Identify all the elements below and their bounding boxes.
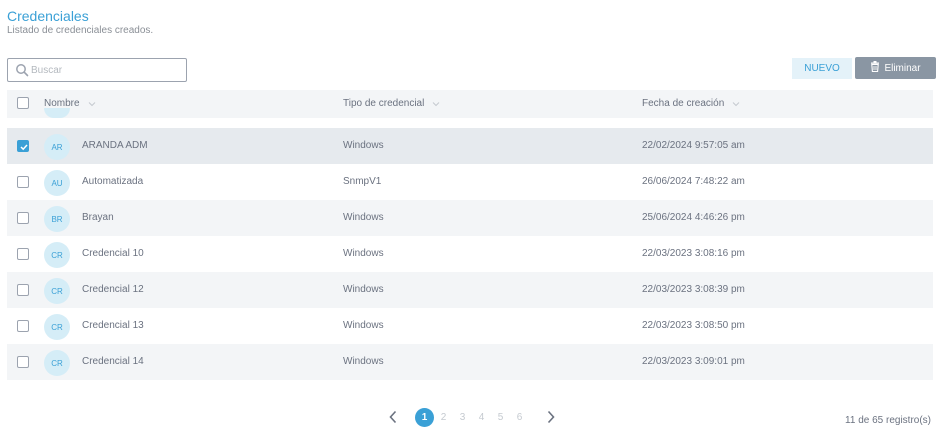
row-name: Automatizada — [82, 176, 144, 187]
avatar: BR — [44, 206, 70, 232]
row-name: Credencial 14 — [82, 356, 144, 367]
row-date: 22/03/2023 3:08:50 pm — [642, 320, 745, 331]
page-title: Credenciales — [7, 8, 89, 24]
row-type: Windows — [343, 248, 384, 259]
chevron-right-icon[interactable] — [543, 409, 559, 425]
table-row[interactable]: BR Brayan Windows 25/06/2024 4:46:26 pm — [7, 200, 933, 236]
page-2-button[interactable]: 2 — [434, 412, 453, 423]
search-box[interactable] — [7, 58, 187, 82]
table-row[interactable]: CR Credencial 12 Windows 22/03/2023 3:08… — [7, 272, 933, 308]
row-checkbox[interactable] — [17, 248, 29, 260]
table-row[interactable]: CR Credencial 14 Windows 22/03/2023 3:09… — [7, 344, 933, 380]
row-date: 22/03/2023 3:08:39 pm — [642, 284, 745, 295]
row-name: Brayan — [82, 212, 114, 223]
row-name: Credencial 10 — [82, 248, 144, 259]
table-row[interactable]: CR Credencial 10 Windows 22/03/2023 3:08… — [7, 236, 933, 272]
row-checkbox[interactable] — [17, 176, 29, 188]
delete-button[interactable]: Eliminar — [855, 57, 936, 79]
column-header-fecha[interactable]: Fecha de creación — [642, 98, 740, 109]
row-type: Windows — [343, 212, 384, 223]
row-type: Windows — [343, 320, 384, 331]
row-name: Credencial 12 — [82, 284, 144, 295]
table-row[interactable]: AU Automatizada SnmpV1 26/06/2024 7:48:2… — [7, 164, 933, 200]
row-date: 25/06/2024 4:46:26 pm — [642, 212, 745, 223]
check-icon — [20, 144, 28, 151]
page-1-button[interactable]: 1 — [415, 407, 434, 427]
row-checkbox[interactable] — [17, 356, 29, 368]
row-date: 22/02/2024 9:57:05 am — [642, 140, 745, 151]
avatar: CR — [44, 242, 70, 268]
new-button[interactable]: NUEVO — [792, 58, 852, 79]
pagination: 1 2 3 4 5 6 — [385, 407, 559, 427]
chevron-left-icon[interactable] — [385, 409, 401, 425]
avatar: AU — [44, 170, 70, 196]
chevron-down-icon — [432, 101, 440, 106]
row-type: Windows — [343, 284, 384, 295]
chevron-down-icon — [732, 101, 740, 106]
row-type: SnmpV1 — [343, 176, 382, 187]
chevron-down-icon — [88, 101, 95, 106]
table-row[interactable]: CR Credencial 13 Windows 22/03/2023 3:08… — [7, 308, 933, 344]
page-3-button[interactable]: 3 — [453, 412, 472, 423]
search-input[interactable] — [31, 61, 181, 79]
row-checkbox[interactable] — [17, 284, 29, 296]
row-checkbox[interactable] — [17, 212, 29, 224]
avatar: AR — [44, 134, 70, 160]
row-checkbox[interactable] — [17, 140, 29, 152]
row-name: ARANDA ADM — [82, 140, 148, 151]
table-header: Nombre Tipo de credencial Fecha de creac… — [7, 90, 933, 118]
page-4-button[interactable]: 4 — [472, 412, 491, 423]
row-checkbox[interactable] — [17, 320, 29, 332]
row-type: Windows — [343, 356, 384, 367]
page-subtitle: Listado de credenciales creados. — [7, 25, 154, 36]
column-header-label: Fecha de creación — [642, 98, 725, 109]
trash-icon — [870, 61, 880, 75]
table-row[interactable]: AR ARANDA ADM Windows 22/02/2024 9:57:05… — [7, 128, 933, 164]
search-icon — [15, 63, 29, 77]
new-button-label: NUEVO — [804, 63, 840, 74]
column-header-tipo[interactable]: Tipo de credencial — [343, 98, 440, 109]
page-5-button[interactable]: 5 — [491, 412, 510, 423]
avatar: CR — [44, 278, 70, 304]
delete-button-label: Eliminar — [884, 62, 921, 74]
row-name: Credencial 13 — [82, 320, 144, 331]
select-all-checkbox[interactable] — [17, 97, 29, 109]
records-count: 11 de 65 registro(s) — [845, 415, 931, 426]
avatar: CR — [44, 314, 70, 340]
row-date: 22/03/2023 3:09:01 pm — [642, 356, 745, 367]
row-date: 22/03/2023 3:08:16 pm — [642, 248, 745, 259]
row-type: Windows — [343, 140, 384, 151]
row-date: 26/06/2024 7:48:22 am — [642, 176, 745, 187]
page-6-button[interactable]: 6 — [510, 412, 529, 423]
column-header-label: Tipo de credencial — [343, 98, 425, 109]
avatar: CR — [44, 350, 70, 376]
